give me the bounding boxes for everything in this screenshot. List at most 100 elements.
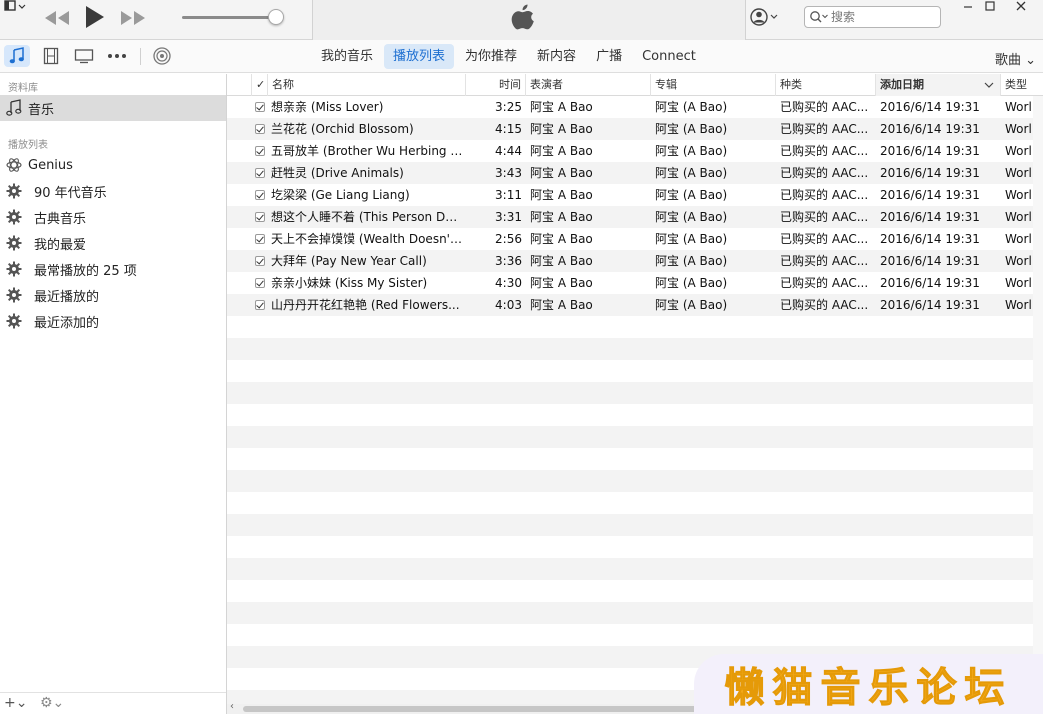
song-date-added: 2016/6/14 19:31 <box>880 100 980 114</box>
table-row[interactable]: 五哥放羊 (Brother Wu Herbing t... 4:44 阿宝 A Ba… <box>227 140 1043 162</box>
song-artist: 阿宝 A Bao <box>530 298 593 312</box>
media-podcast-button[interactable] <box>149 45 175 67</box>
media-separator <box>140 48 141 65</box>
tab-my-music[interactable]: 我的音乐 <box>312 44 382 69</box>
table-row[interactable]: 想这个人睡不着 (This Person Do... 3:31 阿宝 A Bao 阿宝… <box>227 206 1043 228</box>
column-header-kind[interactable]: 种类 <box>775 74 875 96</box>
add-playlist-button[interactable]: +⌄ <box>4 695 27 711</box>
play-button[interactable] <box>84 5 106 32</box>
sidebar-item-top-25[interactable]: 最常播放的 25 项 <box>0 256 226 282</box>
search-field[interactable] <box>804 6 941 28</box>
table-row[interactable]: 兰花花 (Orchid Blossom) 4:15 阿宝 A Bao 阿宝 (A Ba… <box>227 118 1043 140</box>
table-row[interactable]: 山丹丹开花红艳艳 (Red Flowers... 4:03 阿宝 A Bao 阿宝 (… <box>227 294 1043 316</box>
song-checkbox[interactable] <box>255 190 265 200</box>
rewind-button[interactable] <box>44 10 70 29</box>
song-artist: 阿宝 A Bao <box>530 210 593 224</box>
song-name: 山丹丹开花红艳艳 (Red Flowers... <box>271 298 460 312</box>
column-header-type[interactable]: 类型 <box>1000 74 1043 96</box>
song-album: 阿宝 (A Bao) <box>655 276 728 290</box>
column-header-date-added[interactable]: 添加日期 <box>875 74 1000 96</box>
account-button[interactable] <box>748 6 782 28</box>
song-time: 4:44 <box>495 144 522 158</box>
song-checkbox[interactable] <box>255 300 265 310</box>
scroll-left-icon[interactable]: ‹ <box>230 701 234 712</box>
fast-forward-button[interactable] <box>120 10 146 29</box>
song-time: 3:11 <box>495 188 522 202</box>
table-row[interactable]: 圪梁梁 (Ge Liang Liang) 3:11 阿宝 A Bao 阿宝 (A Ba… <box>227 184 1043 206</box>
song-kind: 已购买的 AAC... <box>780 276 869 290</box>
song-checkbox[interactable] <box>255 102 265 112</box>
song-time: 4:30 <box>495 276 522 290</box>
sidebar-item-genius[interactable]: Genius <box>0 152 226 178</box>
sidebar-item-classical-music[interactable]: 古典音乐 <box>0 204 226 230</box>
song-checkbox[interactable] <box>255 168 265 178</box>
media-tv-button[interactable] <box>71 45 97 67</box>
media-more-button[interactable] <box>104 45 130 67</box>
volume-slider-knob[interactable] <box>268 9 284 25</box>
song-checkbox[interactable] <box>255 234 265 244</box>
tab-connect[interactable]: Connect <box>633 44 705 69</box>
sidebar-item-music[interactable]: 音乐 <box>0 95 226 121</box>
column-header-time[interactable]: 时间 <box>465 74 525 96</box>
song-album: 阿宝 (A Bao) <box>655 166 728 180</box>
volume-slider[interactable] <box>182 16 276 19</box>
table-row[interactable]: 亲亲小妹妹 (Kiss My Sister) 4:30 阿宝 A Bao 阿宝 (A … <box>227 272 1043 294</box>
navigation-bar: 我的音乐 播放列表 为你推荐 新内容 广播 Connect 歌曲 ⌄ <box>0 40 1043 73</box>
table-row[interactable]: 赶牲灵 (Drive Animals) 3:43 阿宝 A Bao 阿宝 (A Bao… <box>227 162 1043 184</box>
tab-new[interactable]: 新内容 <box>528 44 585 69</box>
app-menu-button[interactable] <box>2 0 28 16</box>
sidebar-item-label: 最近播放的 <box>34 289 100 305</box>
maximize-button[interactable] <box>982 0 998 14</box>
column-header-artist[interactable]: 表演者 <box>525 74 650 96</box>
music-note-icon <box>6 99 22 116</box>
podcast-icon <box>153 47 171 65</box>
song-time: 2:56 <box>495 232 522 246</box>
sidebar-item-label: 我的最爱 <box>34 237 87 253</box>
sidebar-item-label: 90 年代音乐 <box>34 185 107 201</box>
song-name: 亲亲小妹妹 (Kiss My Sister) <box>271 276 428 290</box>
tab-for-you[interactable]: 为你推荐 <box>456 44 526 69</box>
song-date-added: 2016/6/14 19:31 <box>880 122 980 136</box>
minimize-button[interactable] <box>960 0 976 14</box>
song-name: 想这个人睡不着 (This Person Do... <box>271 210 463 224</box>
sidebar-item-90s-music[interactable]: 90 年代音乐 <box>0 178 226 204</box>
gear-icon <box>6 261 28 277</box>
search-input[interactable] <box>831 10 927 24</box>
song-artist: 阿宝 A Bao <box>530 166 593 180</box>
column-header-date-added-label: 添加日期 <box>880 78 924 91</box>
table-row[interactable]: 大拜年 (Pay New Year Call) 3:36 阿宝 A Bao 阿宝 (A… <box>227 250 1043 272</box>
song-time: 3:36 <box>495 254 522 268</box>
song-kind: 已购买的 AAC... <box>780 144 869 158</box>
sidebar-settings-button[interactable]: ⚙⌄ <box>40 695 64 711</box>
vertical-scrollbar[interactable] <box>1033 96 1043 706</box>
sidebar-item-recently-added[interactable]: 最近添加的 <box>0 308 226 334</box>
song-kind: 已购买的 AAC... <box>780 210 869 224</box>
genius-icon <box>6 158 22 172</box>
column-header-name[interactable]: 名称 <box>267 74 465 96</box>
table-row[interactable]: 想亲亲 (Miss Lover) 3:25 阿宝 A Bao 阿宝 (A Bao) 已购… <box>227 96 1043 118</box>
gear-icon <box>6 287 28 303</box>
view-switch-dropdown[interactable]: 歌曲 ⌄ <box>995 49 1036 68</box>
sort-descending-icon <box>984 82 994 88</box>
media-movies-button[interactable] <box>38 45 64 67</box>
close-button[interactable] <box>1013 0 1029 14</box>
sidebar-playlists-header: 播放列表 <box>8 140 48 151</box>
song-checkbox[interactable] <box>255 212 265 222</box>
song-kind: 已购买的 AAC... <box>780 100 869 114</box>
column-header-album[interactable]: 专辑 <box>650 74 775 96</box>
song-album: 阿宝 (A Bao) <box>655 122 728 136</box>
sidebar-item-recently-played[interactable]: 最近播放的 <box>0 282 226 308</box>
song-checkbox[interactable] <box>255 124 265 134</box>
apple-logo-icon <box>511 4 534 30</box>
table-row[interactable]: 天上不会掉馍馍 (Wealth Doesn't... 2:56 阿宝 A Bao 阿宝… <box>227 228 1043 250</box>
sidebar-item-label: 最常播放的 25 项 <box>34 263 137 279</box>
tab-playlists[interactable]: 播放列表 <box>384 44 455 69</box>
song-checkbox[interactable] <box>255 146 265 156</box>
tab-radio[interactable]: 广播 <box>587 44 631 69</box>
media-music-button[interactable] <box>4 45 30 67</box>
song-date-added: 2016/6/14 19:31 <box>880 276 980 290</box>
song-checkbox[interactable] <box>255 256 265 266</box>
song-checkbox[interactable] <box>255 278 265 288</box>
sidebar-item-favorites[interactable]: 我的最爱 <box>0 230 226 256</box>
column-header-check[interactable]: ✓ <box>251 74 267 96</box>
